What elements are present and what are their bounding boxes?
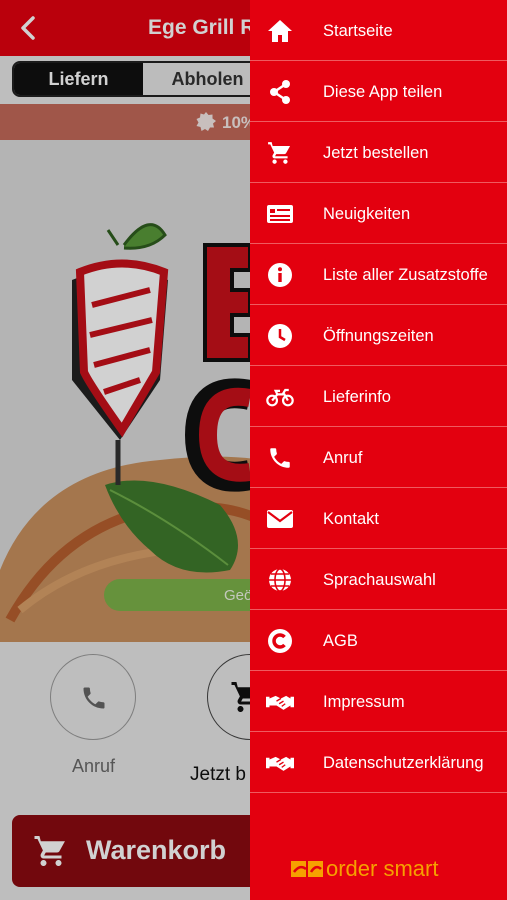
menu-item-terms[interactable]: AGB — [250, 610, 507, 671]
order-smart-logo-icon — [291, 861, 323, 877]
share-icon — [270, 80, 290, 104]
menu-item-call[interactable]: Anruf — [250, 427, 507, 488]
menu-label: Liste aller Zusatzstoffe — [323, 266, 488, 284]
home-icon — [268, 20, 292, 42]
menu-label: AGB — [323, 632, 358, 650]
cart-icon — [268, 142, 291, 164]
news-icon — [267, 205, 293, 223]
menu-label: Jetzt bestellen — [323, 144, 429, 162]
menu-label: Neuigkeiten — [323, 205, 411, 223]
copyright-icon — [268, 629, 292, 653]
info-icon — [268, 263, 292, 287]
mail-icon — [267, 510, 293, 528]
menu-item-contact[interactable]: Kontakt — [250, 488, 507, 549]
navigation-drawer: Startseite Diese App teilen Jetzt bestel… — [250, 0, 507, 900]
menu-item-additives[interactable]: Liste aller Zusatzstoffe — [250, 244, 507, 305]
menu-item-startseite[interactable]: Startseite — [250, 0, 507, 61]
menu-label: Datenschutzerklärung — [323, 754, 484, 772]
menu-label: Öffnungszeiten — [323, 327, 434, 345]
menu-item-news[interactable]: Neuigkeiten — [250, 183, 507, 244]
order-smart-brand: order smart — [290, 856, 490, 884]
phone-icon — [270, 448, 290, 468]
clock-icon — [268, 324, 292, 348]
menu-label: Sprachauswahl — [323, 571, 436, 589]
menu-item-order[interactable]: Jetzt bestellen — [250, 122, 507, 183]
menu-item-imprint[interactable]: Impressum — [250, 671, 507, 732]
globe-icon — [269, 568, 291, 592]
menu-label: Lieferinfo — [323, 388, 391, 406]
menu-item-delivery-info[interactable]: Lieferinfo — [250, 366, 507, 427]
menu-label: Startseite — [323, 22, 393, 40]
menu-label: Kontakt — [323, 510, 379, 528]
menu-label: Impressum — [323, 693, 405, 711]
menu-label: Anruf — [323, 449, 363, 467]
menu-item-language[interactable]: Sprachauswahl — [250, 549, 507, 610]
menu-item-privacy[interactable]: Datenschutzerklärung — [250, 732, 507, 793]
menu-item-share[interactable]: Diese App teilen — [250, 61, 507, 122]
menu-label: Diese App teilen — [323, 83, 443, 101]
handshake-icon — [266, 695, 294, 710]
motorbike-icon — [266, 388, 294, 407]
menu-item-opening-hours[interactable]: Öffnungszeiten — [250, 305, 507, 366]
handshake-icon — [266, 756, 294, 771]
brand-name: order smart — [326, 856, 439, 881]
